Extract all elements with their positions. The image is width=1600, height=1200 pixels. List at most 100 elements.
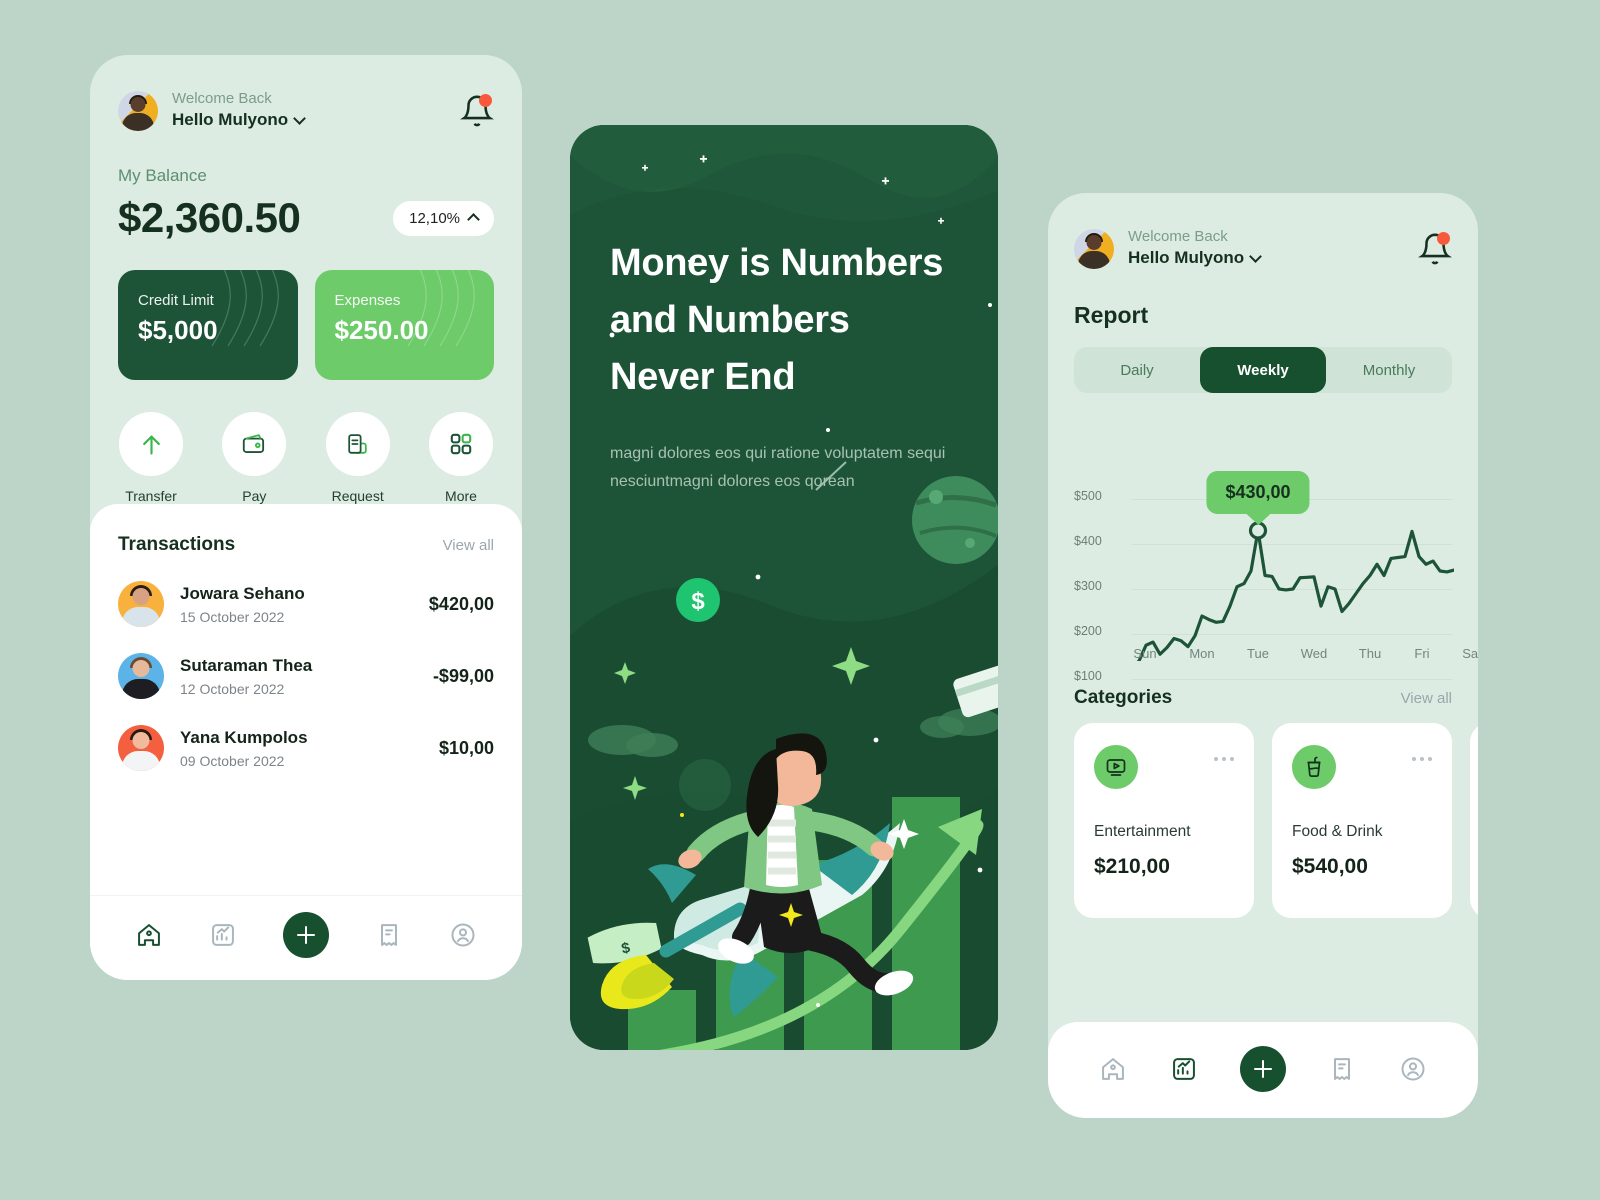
y-tick-label: $200 — [1074, 624, 1102, 639]
app-header: Welcome Back Hello Mulyono — [118, 89, 494, 132]
list-item-partial[interactable] — [1470, 723, 1478, 919]
more-dots-icon[interactable] — [1412, 745, 1432, 762]
chart-tooltip: $430,00 — [1206, 470, 1310, 514]
notification-button[interactable] — [460, 93, 494, 128]
transactions-title: Transactions — [118, 534, 236, 556]
report-chart: $500 $400 $300 $200 $100 $430,00 Sun Mon… — [1074, 411, 1478, 683]
x-tick-label: Mon — [1189, 646, 1215, 662]
arrow-up-icon — [142, 435, 160, 455]
more-dots-icon[interactable] — [1214, 745, 1234, 762]
list-item[interactable]: Food & Drink $540,00 — [1272, 723, 1452, 919]
balance-change-badge[interactable]: 12,10% — [393, 200, 494, 236]
x-tick-label: Fri — [1414, 646, 1430, 662]
avatar[interactable] — [118, 90, 158, 131]
profile-icon[interactable] — [1399, 1055, 1427, 1083]
chart-icon[interactable] — [1170, 1055, 1198, 1083]
hero-text: Money is Numbers and Numbers Never End m… — [610, 235, 958, 496]
x-tick-label: Sun — [1133, 646, 1157, 662]
chart-line — [1136, 521, 1454, 662]
category-name: Food & Drink — [1292, 823, 1383, 841]
bottom-nav — [1048, 1022, 1478, 1118]
table-row[interactable]: Sutaraman Thea 12 October 2022 -$99,00 — [118, 640, 494, 712]
home-icon[interactable] — [135, 921, 163, 949]
transactions-card: Transactions View all Jowara Sehano 15 O… — [90, 504, 522, 980]
tab-daily[interactable]: Daily — [1074, 347, 1200, 393]
quick-action-more[interactable]: More — [428, 412, 494, 504]
transaction-name: Sutaraman Thea — [180, 655, 313, 675]
quick-action-transfer[interactable]: Transfer — [118, 412, 184, 504]
x-tick-label: Wed — [1300, 646, 1328, 662]
hero-heading-line-2: and Numbers — [610, 299, 850, 341]
chevron-down-icon — [1249, 250, 1263, 264]
app-header: Welcome Back Hello Mulyono — [1074, 227, 1452, 270]
report-period-tabs: Daily Weekly Monthly — [1074, 347, 1452, 394]
notification-badge — [1437, 231, 1450, 245]
x-tick-label: Thu — [1358, 646, 1382, 662]
table-row[interactable]: Jowara Sehano 15 October 2022 $420,00 — [118, 568, 494, 640]
chart-icon[interactable] — [209, 921, 237, 949]
list-item[interactable]: Entertainment $210,00 — [1074, 723, 1254, 919]
credit-limit-card[interactable]: Credit Limit $5,000 — [118, 270, 298, 381]
document-icon — [348, 433, 367, 454]
username-label: Hello Mulyono — [172, 110, 289, 130]
y-tick-label: $400 — [1074, 534, 1102, 549]
balance-change-value: 12,10% — [409, 209, 460, 227]
dashboard-phone: Welcome Back Hello Mulyono My Balance $2… — [90, 55, 522, 980]
chart-tooltip-value: $430,00 — [1225, 481, 1291, 502]
username-dropdown[interactable]: Hello Mulyono — [172, 109, 307, 132]
card-decoration — [407, 270, 475, 347]
chevron-down-icon — [293, 112, 307, 126]
categories-list: Entertainment $210,00 Food & Drink $540,… — [1074, 723, 1478, 919]
avatar — [118, 581, 164, 628]
username-dropdown[interactable]: Hello Mulyono — [1128, 247, 1263, 270]
category-amount: $210,00 — [1094, 855, 1170, 879]
transaction-amount: $10,00 — [438, 737, 494, 758]
welcome-text: Welcome Back — [172, 90, 272, 107]
transactions-view-all[interactable]: View all — [443, 537, 494, 554]
table-row[interactable]: Yana Kumpolos 09 October 2022 $10,00 — [118, 712, 494, 784]
home-icon[interactable] — [1099, 1055, 1127, 1083]
category-amount: $540,00 — [1292, 855, 1368, 879]
y-tick-label: $500 — [1074, 489, 1102, 504]
quick-action-pay[interactable]: Pay — [221, 412, 287, 504]
profile-icon[interactable] — [449, 921, 477, 949]
add-button[interactable] — [1239, 1046, 1286, 1092]
category-name: Entertainment — [1094, 823, 1191, 841]
card-decoration — [210, 270, 279, 347]
balance-amount: $2,360.50 — [118, 194, 301, 242]
avatar[interactable] — [1074, 228, 1114, 269]
tab-monthly[interactable]: Monthly — [1326, 347, 1452, 393]
quick-action-request[interactable]: Request — [325, 412, 391, 504]
expenses-card[interactable]: Expenses $250.00 — [314, 270, 494, 381]
y-tick-label: $300 — [1074, 579, 1102, 594]
chevron-up-icon — [467, 213, 480, 227]
transaction-date: 09 October 2022 — [180, 752, 285, 769]
hero-heading-line-1: Money is Numbers — [610, 242, 944, 284]
notification-button[interactable] — [1418, 231, 1452, 266]
promo-phone: $ $ Money is Numbers and Numbers Never E… — [570, 125, 998, 1050]
video-player-icon — [1106, 759, 1126, 777]
transaction-date: 12 October 2022 — [180, 680, 285, 697]
categories-title: Categories — [1074, 687, 1173, 709]
categories-view-all[interactable]: View all — [1401, 690, 1452, 707]
grid-icon — [450, 433, 472, 455]
svg-text:$: $ — [691, 588, 705, 615]
drink-cup-icon — [1307, 756, 1321, 778]
quick-action-label: Transfer — [125, 488, 177, 505]
quick-action-label: More — [445, 488, 477, 505]
quick-actions: Transfer Pay Request More — [118, 412, 494, 504]
add-button[interactable] — [283, 912, 329, 958]
transaction-amount: -$99,00 — [432, 665, 494, 686]
receipt-icon[interactable] — [375, 921, 403, 949]
avatar — [118, 653, 164, 700]
transaction-name: Yana Kumpolos — [180, 727, 308, 747]
hero-heading-line-3: Never End — [610, 356, 796, 398]
username-label: Hello Mulyono — [1128, 248, 1245, 268]
tab-weekly[interactable]: Weekly — [1200, 347, 1326, 394]
quick-action-label: Request — [331, 488, 384, 505]
transaction-date: 15 October 2022 — [180, 608, 285, 625]
hero-paragraph: magni dolores eos qui ratione voluptatem… — [610, 445, 946, 490]
receipt-icon[interactable] — [1328, 1055, 1356, 1083]
y-tick-label: $100 — [1074, 669, 1102, 684]
gridline — [1132, 679, 1452, 681]
